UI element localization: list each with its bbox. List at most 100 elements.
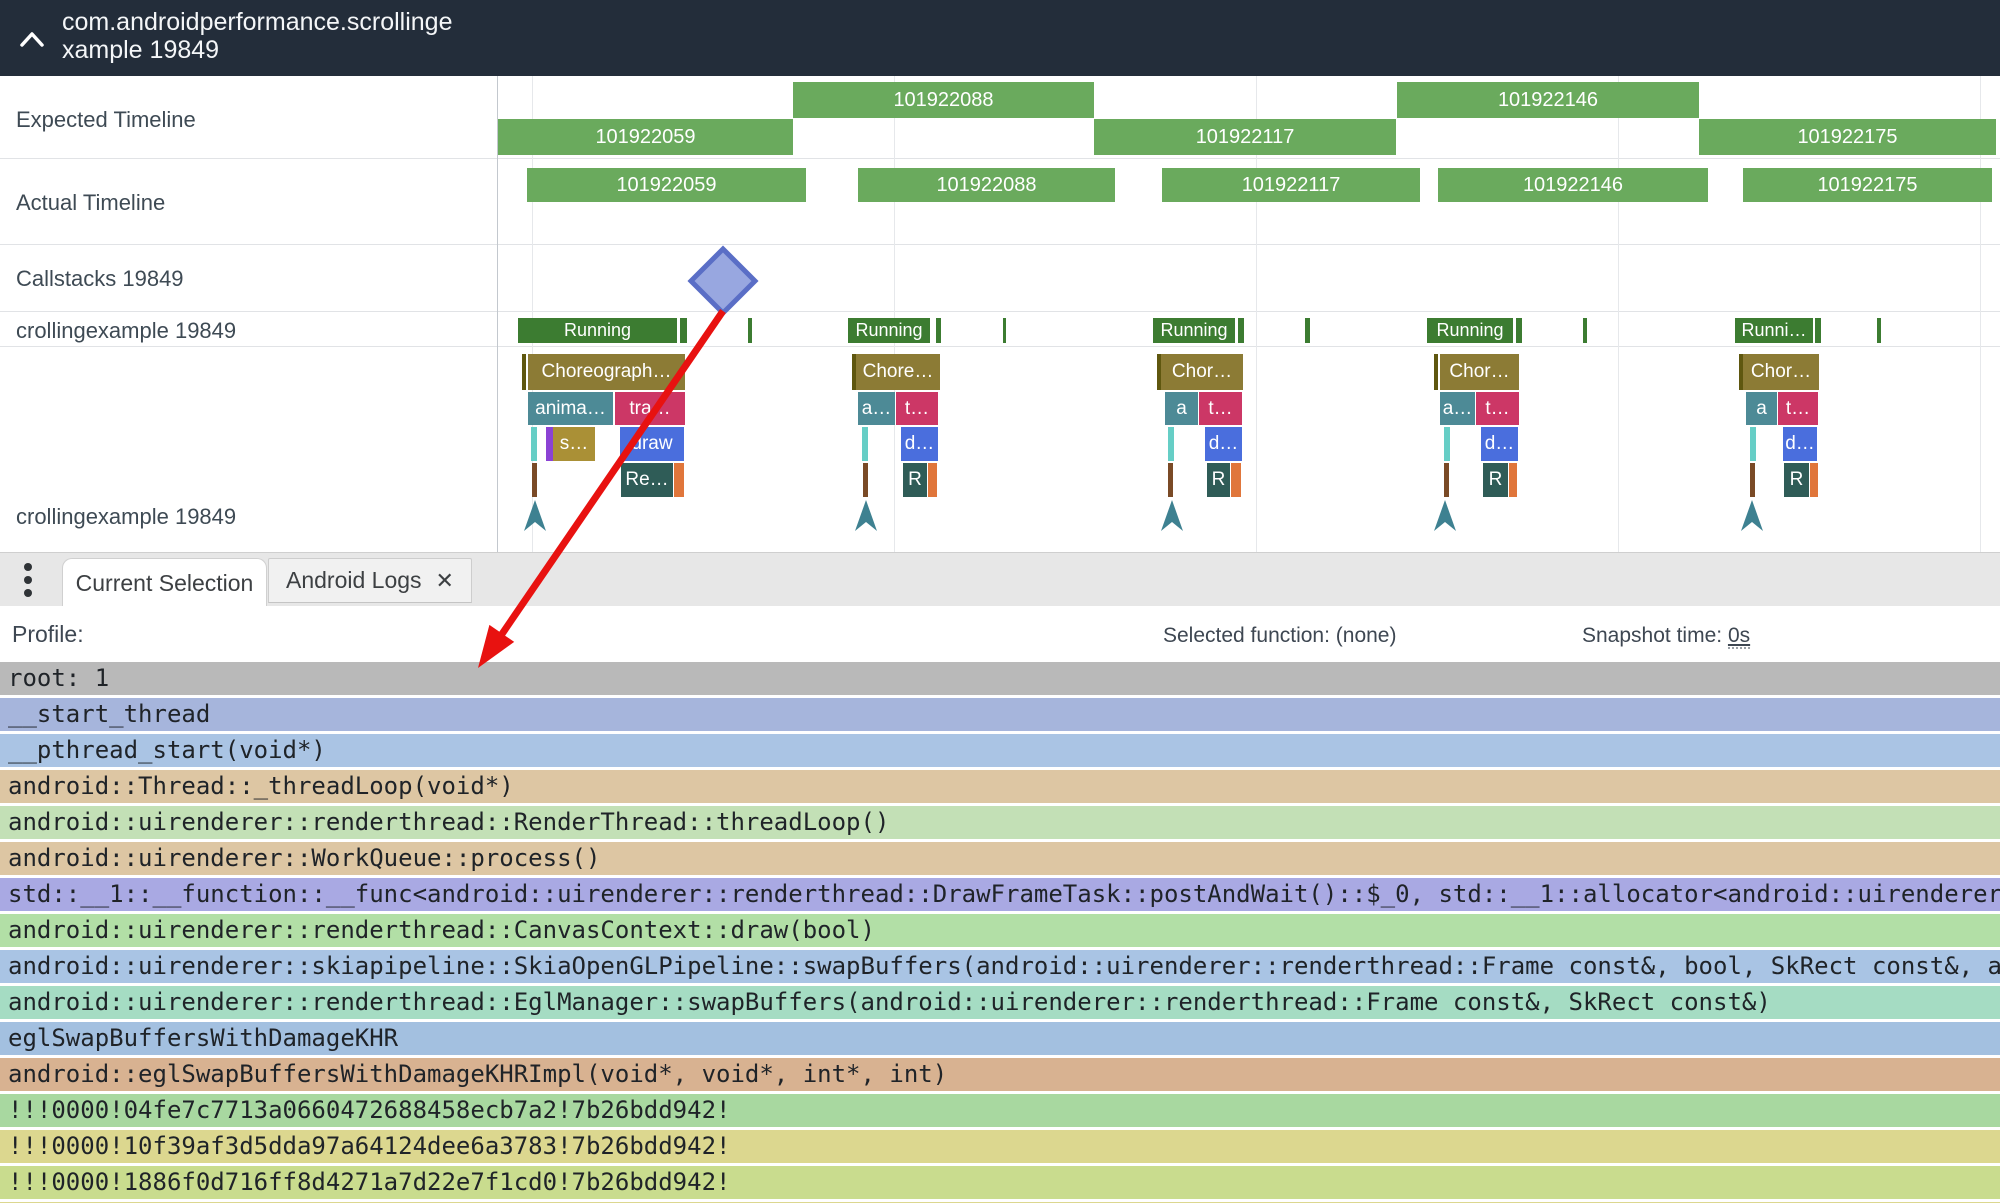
- flame-segment-draw[interactable]: d…: [1783, 427, 1817, 461]
- flame-segment-animate[interactable]: a…: [858, 392, 895, 425]
- actual-frame-bar[interactable]: 101922117: [1162, 168, 1420, 202]
- profile-label: Profile:: [12, 621, 84, 648]
- expected-frame-bar[interactable]: 101922059: [498, 119, 793, 155]
- running-state-tick[interactable]: [1877, 318, 1881, 343]
- flame-segment-brown[interactable]: [1750, 463, 1755, 497]
- flame-segment-choreo[interactable]: Chor…: [1440, 354, 1519, 390]
- flame-segment-choreo[interactable]: Chor…: [1743, 354, 1819, 390]
- kebab-menu-icon[interactable]: [18, 559, 38, 601]
- actual-frame-bar[interactable]: 101922059: [527, 168, 806, 202]
- stack-frame-row[interactable]: root: 1: [0, 662, 2000, 695]
- flame-segment-aqua[interactable]: [1168, 427, 1174, 461]
- close-icon[interactable]: ✕: [436, 568, 454, 594]
- stack-frame-row[interactable]: android::uirenderer::renderthread::EglMa…: [0, 986, 2000, 1019]
- running-state-tick[interactable]: [1583, 318, 1587, 343]
- flame-segment-re[interactable]: R: [1207, 463, 1230, 497]
- stack-frame-row[interactable]: std::__1::__function::__func<android::ui…: [0, 878, 2000, 911]
- actual-frame-bar[interactable]: 101922146: [1438, 168, 1708, 202]
- flame-segment-purple[interactable]: [546, 427, 553, 461]
- flame-segment-draw[interactable]: d…: [901, 427, 938, 461]
- trace-marker-icon[interactable]: [855, 500, 877, 533]
- expected-frame-bar[interactable]: 101922117: [1094, 119, 1396, 155]
- running-state-tick[interactable]: [1516, 318, 1522, 343]
- running-state-bar[interactable]: Running: [518, 318, 677, 343]
- trace-marker-icon[interactable]: [524, 500, 546, 533]
- flame-segment-animate[interactable]: a: [1165, 392, 1198, 425]
- tab-current-selection[interactable]: Current Selection: [62, 558, 267, 607]
- stack-frame-row[interactable]: !!!0000!04fe7c7713a0660472688458ecb7a2!7…: [0, 1094, 2000, 1127]
- flame-segment-re[interactable]: Re…: [621, 463, 673, 497]
- flame-segment-traversal[interactable]: t…: [1199, 392, 1242, 425]
- running-state-tick[interactable]: [680, 318, 687, 343]
- running-state-bar[interactable]: Running: [848, 318, 930, 343]
- flame-segment-animate[interactable]: anima…: [528, 392, 613, 425]
- flame-segment-orange[interactable]: [1509, 463, 1517, 497]
- stack-frame-row[interactable]: eglSwapBuffersWithDamageKHR: [0, 1022, 2000, 1055]
- snapshot-time-link[interactable]: 0s: [1728, 624, 1750, 649]
- flame-segment-orange[interactable]: [928, 463, 937, 497]
- actual-frame-bar[interactable]: 101922175: [1743, 168, 1992, 202]
- flame-segment-traversal[interactable]: t…: [1778, 392, 1818, 425]
- flame-segment-re[interactable]: R: [1483, 463, 1508, 497]
- expected-frame-bar[interactable]: 101922146: [1397, 82, 1699, 118]
- flame-segment-s[interactable]: s…: [553, 427, 595, 461]
- running-state-tick[interactable]: [936, 318, 941, 343]
- track-label-expected-timeline: Expected Timeline: [16, 107, 196, 133]
- flame-segment-draw[interactable]: d…: [1481, 427, 1518, 461]
- stack-frame-row[interactable]: android::uirenderer::skiapipeline::SkiaO…: [0, 950, 2000, 983]
- flame-segment-brown[interactable]: [532, 463, 537, 497]
- stack-frame-row[interactable]: android::eglSwapBuffersWithDamageKHRImpl…: [0, 1058, 2000, 1091]
- running-state-tick[interactable]: [1305, 318, 1310, 343]
- running-state-tick[interactable]: [1003, 318, 1006, 343]
- flame-segment-choreo[interactable]: Chor…: [1161, 354, 1243, 390]
- callstack-diamond-marker[interactable]: [691, 249, 755, 313]
- flame-segment-traversal[interactable]: t…: [896, 392, 938, 425]
- flame-segment-orange[interactable]: [1810, 463, 1818, 497]
- flame-segment-orange[interactable]: [674, 463, 684, 497]
- flame-segment-re[interactable]: R: [903, 463, 927, 497]
- stack-frame-row[interactable]: !!!0000!1886f0d716ff8d4271a7d22e7f1cd0!7…: [0, 1166, 2000, 1199]
- flame-segment-animate[interactable]: a…: [1440, 392, 1475, 425]
- flame-segment-aqua[interactable]: [1750, 427, 1756, 461]
- flame-segment-re[interactable]: R: [1784, 463, 1809, 497]
- running-state-bar[interactable]: Running: [1153, 318, 1235, 343]
- flame-segment-accent[interactable]: [1434, 354, 1438, 390]
- actual-frame-bar[interactable]: 101922088: [858, 168, 1115, 202]
- running-state-tick[interactable]: [748, 318, 752, 343]
- flame-segment-brown[interactable]: [1168, 463, 1173, 497]
- stack-frame-row[interactable]: android::uirenderer::WorkQueue::process(…: [0, 842, 2000, 875]
- running-state-tick[interactable]: [1238, 318, 1244, 343]
- flame-segment-orange[interactable]: [1231, 463, 1241, 497]
- stack-frame-row[interactable]: __start_thread: [0, 698, 2000, 731]
- stack-frame-row[interactable]: !!!0000!10f39af3d5dda97a64124dee6a3783!7…: [0, 1130, 2000, 1163]
- flame-segment-traversal[interactable]: tra…: [615, 392, 685, 425]
- trace-marker-icon[interactable]: [1434, 500, 1456, 533]
- flame-segment-aqua[interactable]: [862, 427, 868, 461]
- tab-android-logs[interactable]: Android Logs ✕: [268, 558, 472, 603]
- running-state-bar[interactable]: Runni…: [1735, 318, 1813, 343]
- running-state-bar[interactable]: Running: [1427, 318, 1513, 343]
- flame-segment-draw[interactable]: draw: [620, 427, 684, 461]
- chevron-up-icon[interactable]: [18, 30, 46, 48]
- trace-marker-icon[interactable]: [1161, 500, 1183, 533]
- running-state-tick[interactable]: [1815, 318, 1821, 343]
- process-header[interactable]: com.androidperformance.scrollinge xample…: [0, 0, 2000, 76]
- flame-segment-draw[interactable]: d…: [1205, 427, 1242, 461]
- flame-segment-aqua[interactable]: [1444, 427, 1450, 461]
- flame-segment-animate[interactable]: a: [1746, 392, 1777, 425]
- flame-segment-brown[interactable]: [1444, 463, 1449, 497]
- flame-segment-accent[interactable]: [522, 354, 526, 390]
- expected-frame-bar[interactable]: 101922175: [1699, 119, 1996, 155]
- trace-marker-icon[interactable]: [1741, 500, 1763, 533]
- time-gridline: [1618, 76, 1619, 552]
- stack-frame-row[interactable]: android::Thread::_threadLoop(void*): [0, 770, 2000, 803]
- flame-segment-traversal[interactable]: t…: [1476, 392, 1519, 425]
- expected-frame-bar[interactable]: 101922088: [793, 82, 1094, 118]
- stack-frame-row[interactable]: android::uirenderer::renderthread::Canva…: [0, 914, 2000, 947]
- stack-frame-row[interactable]: __pthread_start(void*): [0, 734, 2000, 767]
- stack-frame-row[interactable]: android::uirenderer::renderthread::Rende…: [0, 806, 2000, 839]
- flame-segment-choreo[interactable]: Chore…: [856, 354, 940, 390]
- flame-segment-choreo[interactable]: Choreograph…: [528, 354, 685, 390]
- flame-segment-brown[interactable]: [863, 463, 868, 497]
- flame-segment-aqua[interactable]: [531, 427, 537, 461]
